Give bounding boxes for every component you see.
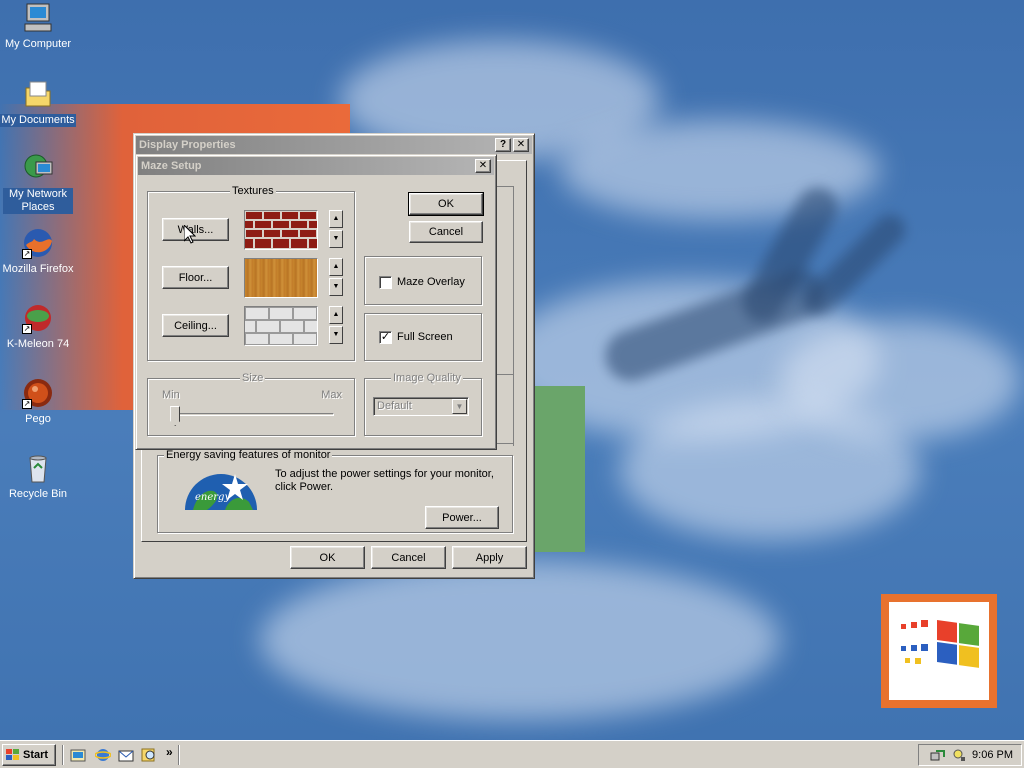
computer-icon (22, 2, 54, 34)
search-icon[interactable] (141, 747, 157, 763)
maze-overlay-label[interactable]: Maze Overlay (397, 276, 465, 288)
maze-cancel-button[interactable]: Cancel (409, 221, 483, 243)
image-quality-group: Image Quality Default ▼ (364, 372, 482, 436)
network-places-icon (22, 152, 54, 184)
system-tray: 9:06 PM (918, 744, 1022, 766)
shortcut-arrow-icon: ↗ (22, 399, 32, 409)
textures-group: Textures Walls... ▲ ▼ Floor... ▲ ▼ Ceili… (147, 185, 355, 361)
folder-documents-icon (22, 78, 54, 110)
help-button[interactable]: ? (495, 138, 511, 152)
pego-icon: ↗ (22, 377, 54, 409)
shortcut-arrow-icon: ↗ (22, 249, 32, 259)
desktop-icon-my-network-places[interactable]: My Network Places (0, 152, 76, 214)
maze-setup-title: Maze Setup (141, 160, 202, 172)
taskbar-separator (62, 745, 64, 765)
maze-setup-titlebar[interactable]: Maze Setup ✕ (138, 157, 494, 175)
size-min-label: Min (162, 389, 180, 401)
energy-logo-text: energy (195, 492, 231, 503)
energy-saving-group: Energy saving features of monitor energy… (157, 449, 513, 533)
desktop-icon-mozilla-firefox[interactable]: ↗ Mozilla Firefox (0, 227, 76, 276)
textures-label: Textures (230, 185, 276, 198)
floor-texture-preview[interactable] (244, 258, 318, 298)
volume-tray-icon[interactable] (952, 747, 966, 763)
floor-scroll-down-button[interactable]: ▼ (329, 278, 343, 296)
image-quality-value: Default (377, 400, 412, 412)
outlook-express-icon[interactable] (118, 747, 134, 763)
clock[interactable]: 9:06 PM (972, 749, 1013, 761)
size-max-label: Max (321, 389, 342, 401)
recycle-bin-icon (22, 452, 54, 484)
size-slider-track (172, 413, 334, 416)
desktop-icon-my-documents[interactable]: My Documents (0, 78, 76, 127)
maze-overlay-checkbox[interactable] (379, 276, 392, 289)
chevron-down-icon[interactable]: ▼ (452, 399, 467, 414)
maze-setup-dialog: Maze Setup ✕ Textures Walls... ▲ ▼ Floor… (135, 154, 497, 450)
image-quality-select[interactable]: Default ▼ (373, 397, 469, 416)
full-screen-checkbox[interactable]: ✓ (379, 331, 392, 344)
size-group: Size Min Max (147, 372, 355, 436)
close-button[interactable]: ✕ (513, 138, 529, 152)
ceiling-button[interactable]: Ceiling... (162, 314, 229, 337)
ceiling-scroll-down-button[interactable]: ▼ (329, 326, 343, 344)
display-properties-title: Display Properties (139, 139, 236, 151)
energy-saving-label: Energy saving features of monitor (164, 449, 333, 462)
shortcut-arrow-icon: ↗ (22, 324, 32, 334)
energy-description: To adjust the power settings for your mo… (275, 468, 494, 493)
start-button[interactable]: Start (2, 744, 56, 766)
mouse-cursor-icon (183, 223, 197, 247)
size-slider-thumb[interactable] (170, 406, 181, 426)
show-desktop-icon[interactable] (70, 747, 86, 763)
energy-star-logo: energy (185, 470, 257, 510)
floor-scroll-up-button[interactable]: ▲ (329, 258, 343, 276)
windows-flag-icon (6, 749, 20, 761)
settings-frame-fragment (496, 374, 514, 444)
kmeleon-icon: ↗ (22, 302, 54, 334)
maze-overlay-group: Maze Overlay (364, 256, 482, 305)
walls-scroll-up-button[interactable]: ▲ (329, 210, 343, 228)
full-screen-label[interactable]: Full Screen (397, 331, 453, 343)
power-button[interactable]: Power... (425, 506, 499, 529)
desktop-icon-k-meleon[interactable]: ↗ K-Meleon 74 (0, 302, 76, 351)
taskbar-separator (178, 745, 180, 765)
quick-launch-chevron[interactable]: » (166, 745, 173, 759)
image-quality-label: Image Quality (391, 372, 463, 385)
full-screen-group: ✓ Full Screen (364, 313, 482, 361)
windows-logo (881, 594, 997, 708)
internet-explorer-icon[interactable] (94, 747, 112, 763)
floor-button[interactable]: Floor... (162, 266, 229, 289)
desktop-icon-recycle-bin[interactable]: Recycle Bin (0, 452, 76, 501)
desktop-icon-pego[interactable]: ↗ Pego (0, 377, 76, 426)
display-properties-titlebar[interactable]: Display Properties ? ✕ (136, 136, 532, 154)
ceiling-scroll-up-button[interactable]: ▲ (329, 306, 343, 324)
ceiling-texture-preview[interactable] (244, 306, 318, 346)
network-tray-icon[interactable] (930, 747, 946, 763)
display-ok-button[interactable]: OK (290, 546, 365, 569)
size-label: Size (240, 372, 266, 385)
display-apply-button[interactable]: Apply (452, 546, 527, 569)
taskbar: Start » 9:06 PM (0, 740, 1024, 768)
maze-ok-button[interactable]: OK (408, 192, 484, 216)
walls-scroll-down-button[interactable]: ▼ (329, 230, 343, 248)
display-cancel-button[interactable]: Cancel (371, 546, 446, 569)
desktop-icon-my-computer[interactable]: My Computer (0, 2, 76, 51)
walls-texture-preview[interactable] (244, 210, 318, 250)
start-label: Start (23, 749, 49, 761)
maze-close-button[interactable]: ✕ (475, 159, 491, 173)
firefox-icon: ↗ (22, 227, 54, 259)
